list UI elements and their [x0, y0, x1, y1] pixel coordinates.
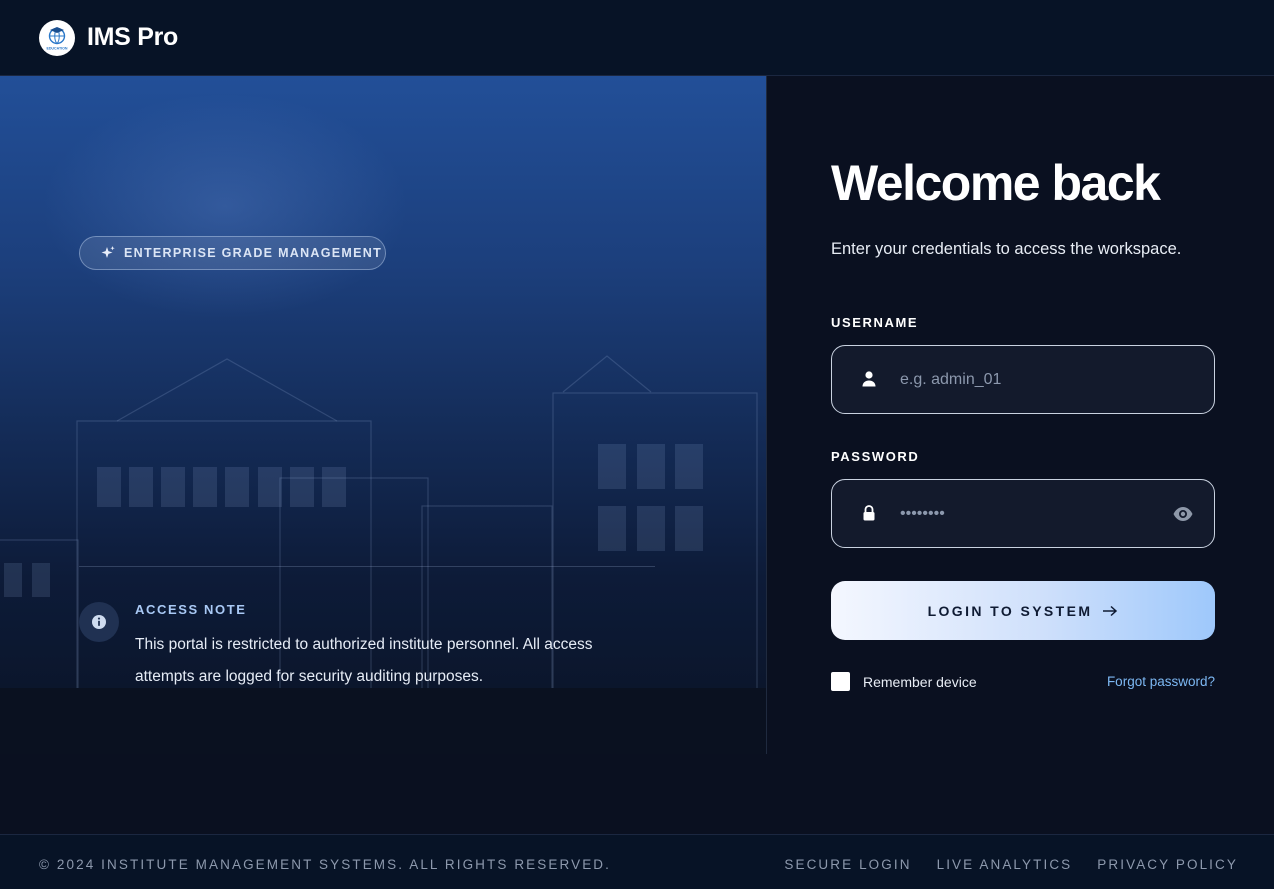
access-note-title: ACCESS NOTE [135, 602, 247, 617]
username-field-container[interactable] [831, 345, 1215, 414]
arrow-right-icon [1103, 605, 1118, 616]
graduation-cap-globe-icon: EDUCATION [46, 26, 68, 50]
lock-icon [863, 505, 875, 521]
note-divider [79, 566, 655, 567]
info-icon [92, 615, 106, 629]
password-input[interactable] [900, 498, 1160, 530]
top-bar: EDUCATION IMS Pro [0, 0, 1274, 76]
logo-text: EDUCATION [46, 46, 67, 50]
sparkle-icon [101, 246, 115, 258]
footer-link-privacy-policy[interactable]: PRIVACY POLICY [1097, 857, 1238, 872]
badge-label: ENTERPRISE GRADE MANAGEMENT [124, 246, 383, 260]
hero-bottom-fade [0, 688, 766, 754]
page-subtitle: Enter your credentials to access the wor… [831, 240, 1182, 258]
app-title: IMS Pro [87, 23, 178, 51]
enterprise-badge: ENTERPRISE GRADE MANAGEMENT [79, 236, 386, 270]
eye-icon[interactable] [1172, 504, 1194, 524]
remember-label[interactable]: Remember device [863, 674, 977, 690]
footer: © 2024 INSTITUTE MANAGEMENT SYSTEMS. ALL… [0, 834, 1274, 889]
access-note-body: This portal is restricted to authorized … [135, 636, 593, 685]
footer-nav: SECURE LOGIN LIVE ANALYTICS PRIVACY POLI… [759, 857, 1238, 872]
hero-panel: ENTERPRISE GRADE MANAGEMENT ACCESS NOTE … [0, 76, 767, 754]
footer-link-secure-login[interactable]: SECURE LOGIN [784, 857, 911, 872]
password-label: PASSWORD [831, 449, 920, 464]
remember-checkbox[interactable] [831, 672, 850, 691]
copyright-text: © 2024 INSTITUTE MANAGEMENT SYSTEMS. ALL… [39, 857, 612, 872]
footer-link-live-analytics[interactable]: LIVE ANALYTICS [937, 857, 1073, 872]
logo[interactable]: EDUCATION [39, 19, 75, 56]
page-title: Welcome back [831, 155, 1161, 211]
note-icon-container [79, 602, 119, 642]
username-label: USERNAME [831, 315, 919, 330]
remember-device[interactable]: Remember device [831, 672, 977, 691]
forgot-password-link[interactable]: Forgot password? [1107, 674, 1215, 689]
login-button-label: LOGIN TO SYSTEM [927, 602, 1093, 619]
login-button[interactable]: LOGIN TO SYSTEM [831, 581, 1215, 640]
user-icon [862, 371, 876, 387]
password-field-container[interactable] [831, 479, 1215, 548]
username-input[interactable] [900, 364, 1160, 396]
